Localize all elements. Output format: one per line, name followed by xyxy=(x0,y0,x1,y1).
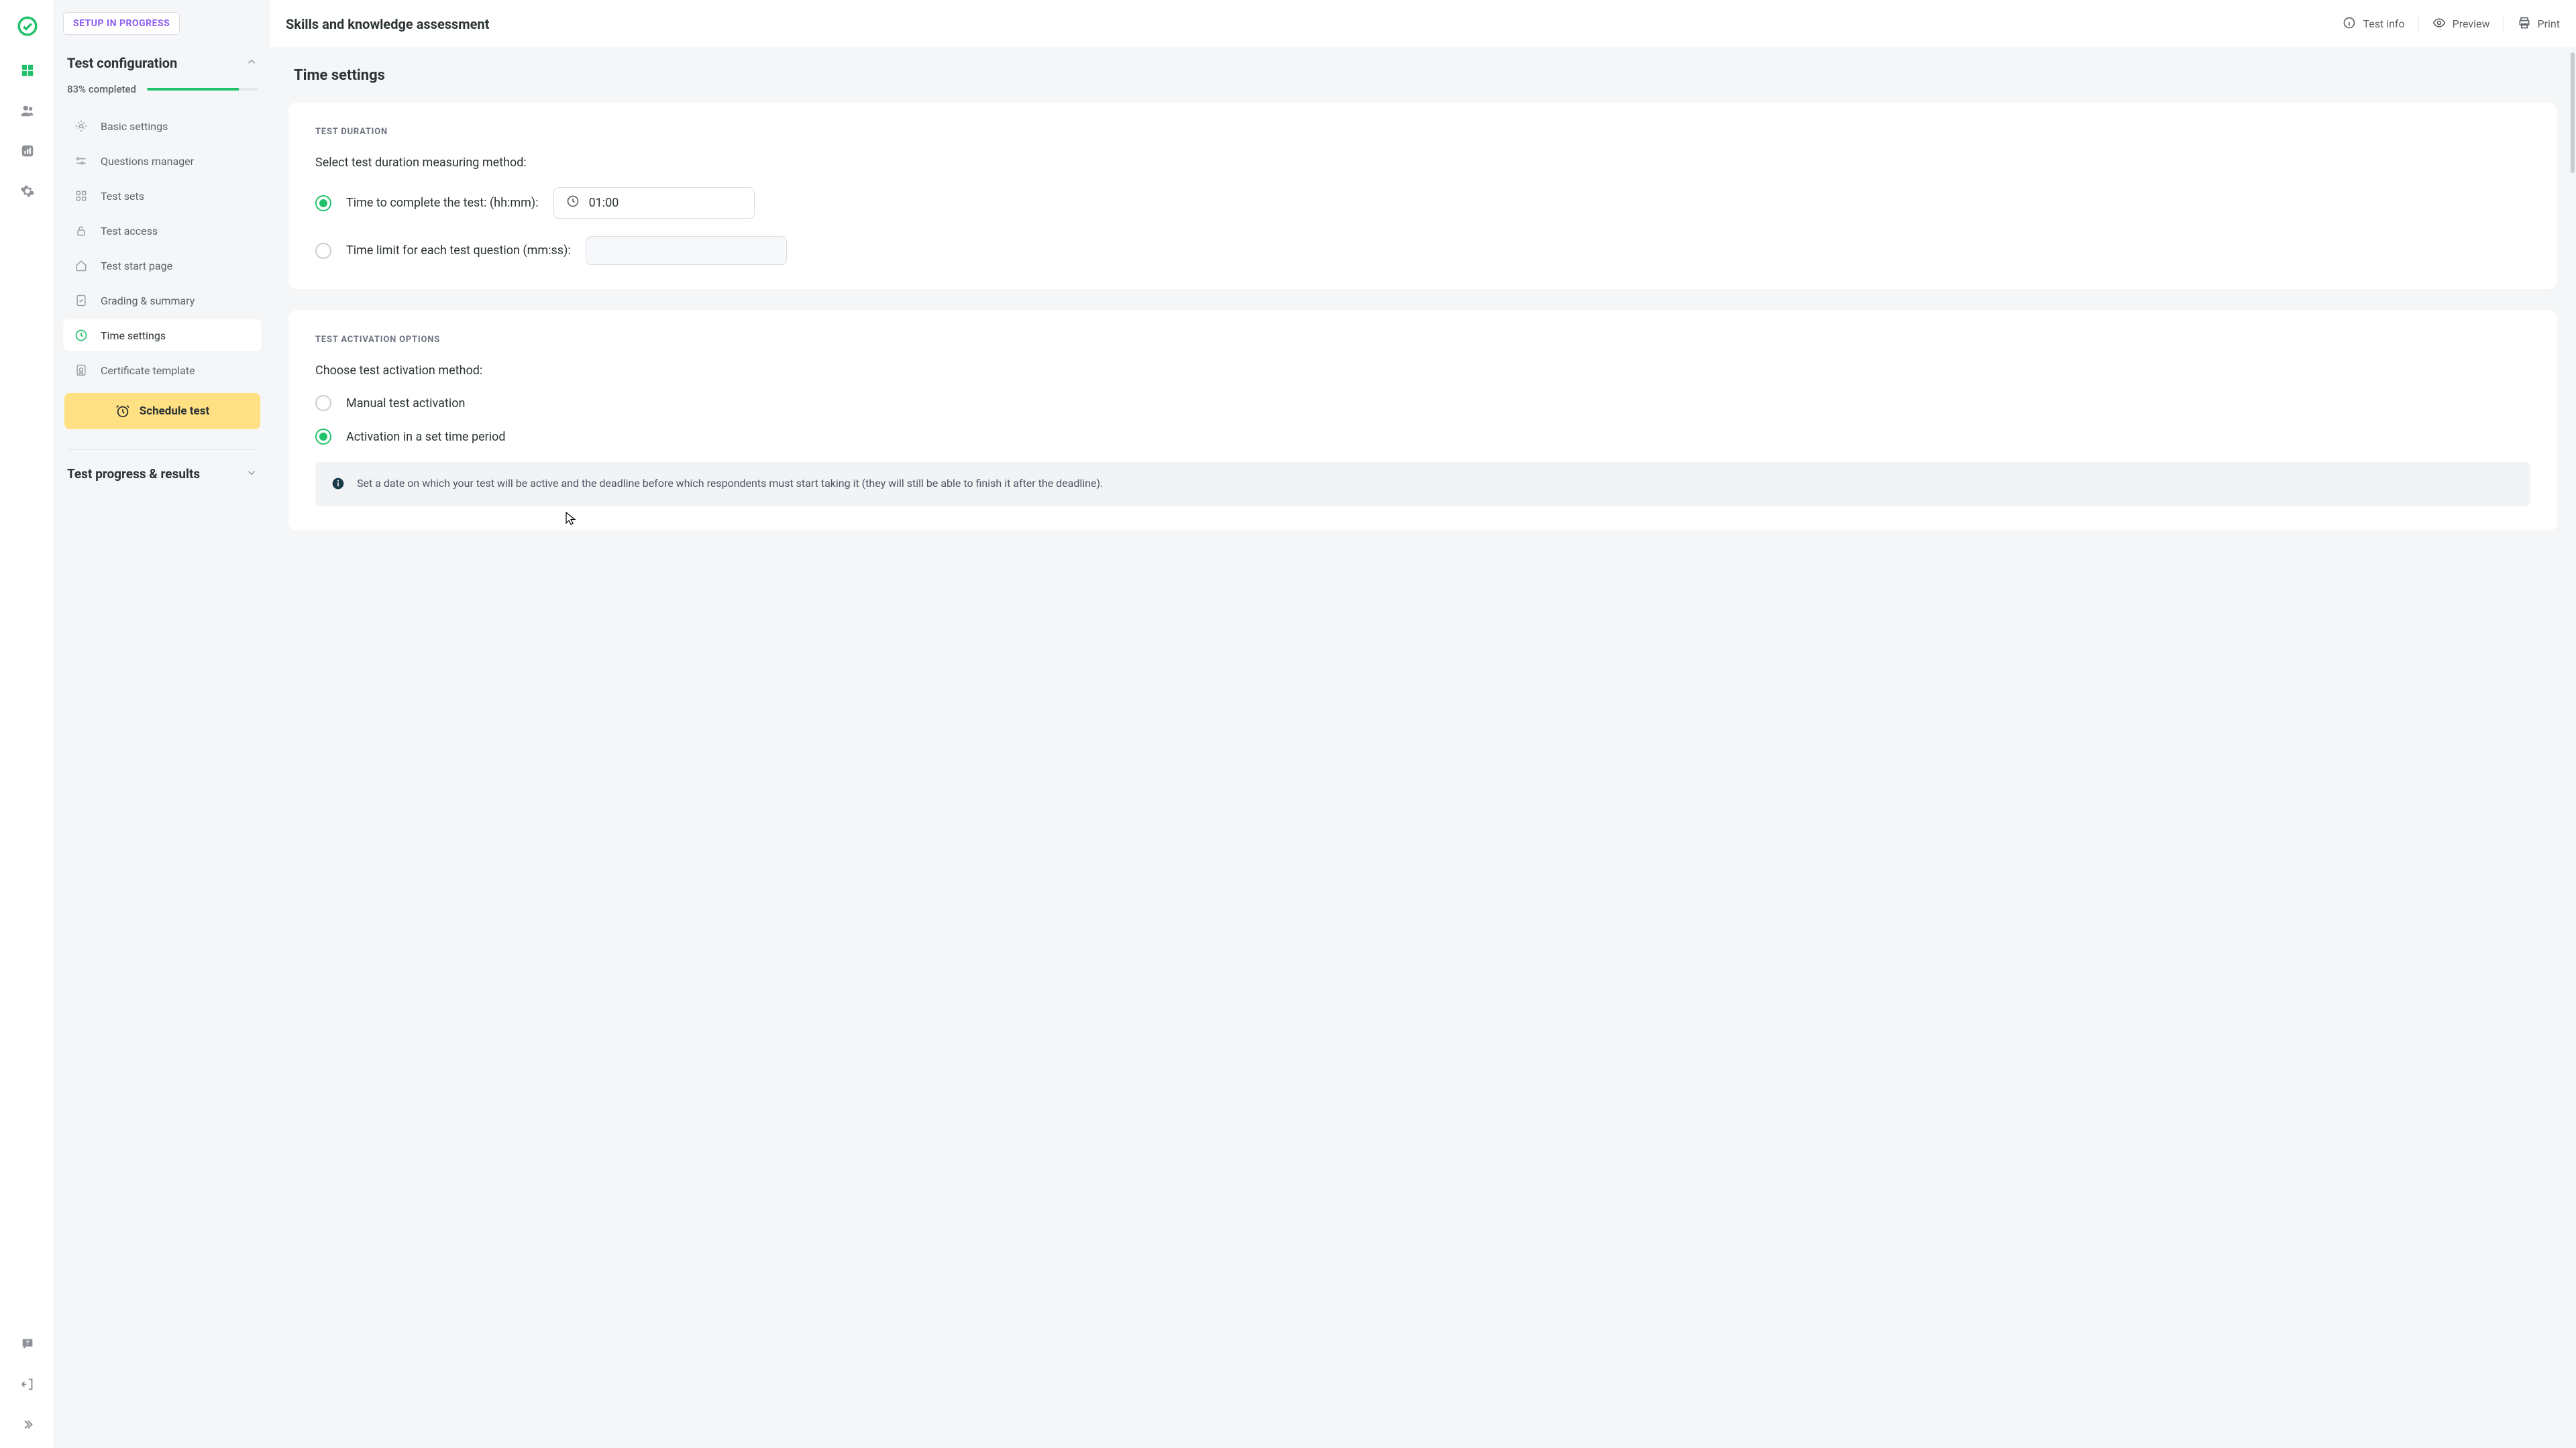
radio-per-question[interactable] xyxy=(315,243,331,259)
info-banner: Set a date on which your test will be ac… xyxy=(315,462,2530,506)
schedule-test-label: Schedule test xyxy=(140,404,209,418)
help-icon[interactable]: ? xyxy=(20,1337,35,1354)
print-label: Print xyxy=(2538,17,2560,30)
total-time-input[interactable]: 01:00 xyxy=(553,187,755,219)
eye-icon xyxy=(2432,16,2446,32)
info-icon xyxy=(2343,16,2356,32)
analytics-icon[interactable] xyxy=(20,144,35,161)
duration-card: TEST DURATION Select test duration measu… xyxy=(288,103,2557,289)
test-info-label: Test info xyxy=(2363,17,2404,30)
scrollbar[interactable] xyxy=(2569,48,2576,1448)
dashboard-icon[interactable] xyxy=(20,63,35,80)
info-text: Set a date on which your test will be ac… xyxy=(357,476,1103,493)
sidebar-item-label: Time settings xyxy=(101,329,166,342)
config-section-title: Test configuration xyxy=(67,55,177,71)
completion-text: 83% completed xyxy=(67,83,136,95)
certificate-icon xyxy=(74,364,89,377)
clock-icon xyxy=(566,194,580,211)
expand-icon[interactable] xyxy=(20,1417,35,1435)
content: Time settings TEST DURATION Select test … xyxy=(270,48,2576,1448)
results-section-header[interactable]: Test progress & results xyxy=(63,463,262,484)
gear-icon xyxy=(74,119,89,133)
print-button[interactable]: Print xyxy=(2518,16,2560,32)
activation-header: TEST ACTIVATION OPTIONS xyxy=(315,335,2530,345)
preview-label: Preview xyxy=(2453,17,2490,30)
main: Skills and knowledge assessment Test inf… xyxy=(270,0,2576,1448)
app-logo-icon[interactable] xyxy=(16,15,39,40)
radio-total-time[interactable] xyxy=(315,195,331,211)
total-time-value: 01:00 xyxy=(589,196,619,210)
sidebar-item-label: Test sets xyxy=(101,190,144,203)
sidebar: SETUP IN PROGRESS Test configuration 83%… xyxy=(55,0,270,1448)
sidebar-item-access[interactable]: Test access xyxy=(63,215,262,247)
activation-subtitle: Choose test activation method: xyxy=(315,364,2530,378)
duration-header: TEST DURATION xyxy=(315,127,2530,137)
activation-period-row: Activation in a set time period xyxy=(315,429,2530,445)
chevron-up-icon xyxy=(246,56,258,70)
setup-badge: SETUP IN PROGRESS xyxy=(63,12,180,35)
radio-period-label: Activation in a set time period xyxy=(346,430,506,444)
duration-perq-row: Time limit for each test question (mm:ss… xyxy=(315,236,2530,265)
gear-icon[interactable] xyxy=(20,184,35,201)
radio-period[interactable] xyxy=(315,429,331,445)
grid-icon xyxy=(74,189,89,203)
logout-icon[interactable] xyxy=(20,1377,35,1394)
duration-subtitle: Select test duration measuring method: xyxy=(315,156,2530,170)
preview-button[interactable]: Preview xyxy=(2432,16,2490,32)
sidebar-item-cert[interactable]: Certificate template xyxy=(63,354,262,386)
alarm-icon xyxy=(115,404,130,419)
radio-manual[interactable] xyxy=(315,395,331,411)
left-rail: ? xyxy=(0,0,55,1448)
topbar-actions: Test info Preview Print xyxy=(2343,16,2560,32)
sidebar-item-start[interactable]: Test start page xyxy=(63,249,262,282)
config-section-header[interactable]: Test configuration xyxy=(63,52,262,74)
scrollbar-thumb[interactable] xyxy=(2571,52,2575,173)
test-info-button[interactable]: Test info xyxy=(2343,16,2404,32)
completion-row: 83% completed xyxy=(67,83,258,95)
chevron-down-icon xyxy=(246,467,258,482)
sidebar-item-label: Grading & summary xyxy=(101,294,195,307)
document-check-icon xyxy=(74,294,89,307)
svg-text:?: ? xyxy=(25,1340,29,1347)
home-icon xyxy=(74,259,89,272)
print-icon xyxy=(2518,16,2531,32)
sidebar-item-sets[interactable]: Test sets xyxy=(63,180,262,212)
sliders-icon xyxy=(74,154,89,168)
sidebar-item-label: Certificate template xyxy=(101,364,195,377)
clock-icon xyxy=(74,329,89,342)
schedule-test-button[interactable]: Schedule test xyxy=(64,393,260,429)
activation-manual-row: Manual test activation xyxy=(315,395,2530,411)
sidebar-item-questions[interactable]: Questions manager xyxy=(63,145,262,177)
content-title: Time settings xyxy=(294,67,2557,84)
sidebar-item-label: Test access xyxy=(101,225,158,237)
sidebar-item-time[interactable]: Time settings xyxy=(63,319,262,351)
radio-manual-label: Manual test activation xyxy=(346,396,465,410)
divider xyxy=(67,449,258,450)
results-section-title: Test progress & results xyxy=(67,466,200,482)
sidebar-item-basic[interactable]: Basic settings xyxy=(63,110,262,142)
sidebar-item-label: Test start page xyxy=(101,260,172,272)
radio-total-label: Time to complete the test: (hh:mm): xyxy=(346,196,539,210)
users-icon[interactable] xyxy=(20,103,35,121)
activation-card: TEST ACTIVATION OPTIONS Choose test acti… xyxy=(288,311,2557,531)
sidebar-item-label: Questions manager xyxy=(101,155,194,168)
lock-icon xyxy=(74,224,89,237)
info-icon xyxy=(331,477,345,493)
page-title: Skills and knowledge assessment xyxy=(286,16,489,32)
sidebar-item-label: Basic settings xyxy=(101,120,168,133)
progress-bar xyxy=(147,88,258,91)
radio-perq-label: Time limit for each test question (mm:ss… xyxy=(346,243,571,258)
per-question-input[interactable] xyxy=(586,236,787,265)
divider xyxy=(2418,16,2419,32)
sidebar-item-grading[interactable]: Grading & summary xyxy=(63,284,262,317)
topbar: Skills and knowledge assessment Test inf… xyxy=(270,0,2576,48)
duration-total-row: Time to complete the test: (hh:mm): 01:0… xyxy=(315,187,2530,219)
